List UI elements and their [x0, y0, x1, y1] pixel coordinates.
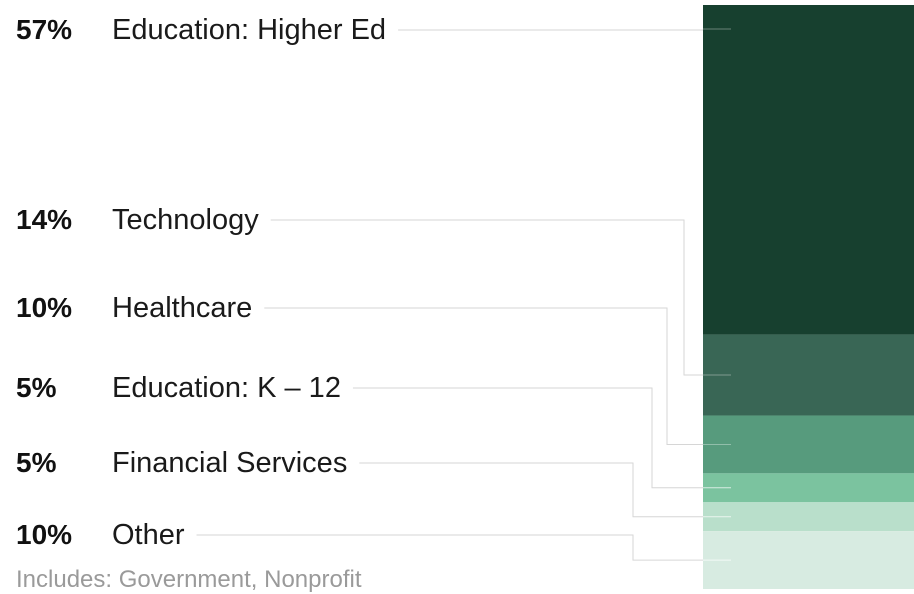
- category-label: Healthcare: [112, 291, 253, 324]
- other-includes-note: Includes: Government, Nonprofit: [16, 566, 362, 593]
- label-row-k12: 5% Education: K – 12: [16, 368, 341, 408]
- label-row-other: 10% Other: [16, 515, 185, 555]
- leader-line-4: [359, 462, 703, 518]
- percent-label: 5%: [16, 447, 57, 478]
- percent-label: 10%: [16, 292, 73, 323]
- bar-segment-3: [703, 473, 914, 503]
- label-row-financial: 5% Financial Services: [16, 443, 347, 483]
- category-label: Education: Higher Ed: [112, 13, 387, 46]
- bar-segment-4: [703, 502, 914, 532]
- label-row-healthcare: 10% Healthcare: [16, 288, 252, 328]
- percent-label: 5%: [16, 372, 57, 403]
- bar-segment-1: [703, 334, 914, 416]
- leader-line-5: [196, 534, 703, 561]
- bar-segment-0: [703, 5, 914, 335]
- bar-segment-2: [703, 415, 914, 474]
- leader-line-3: [352, 387, 703, 489]
- category-label: Technology: [112, 203, 259, 236]
- category-label: Other: [112, 518, 185, 551]
- bar-segment-5: [703, 531, 914, 589]
- category-label: Financial Services: [112, 446, 348, 479]
- percent-label: 57%: [16, 14, 73, 45]
- category-label: Education: K – 12: [112, 371, 341, 404]
- bar-segments: [703, 5, 914, 589]
- percent-label: 14%: [16, 204, 73, 235]
- leader-line-1: [270, 219, 703, 376]
- label-row-technology: 14% Technology: [16, 200, 259, 240]
- label-row-higher-ed: 57% Education: Higher Ed: [16, 10, 386, 50]
- percent-label: 10%: [16, 519, 73, 550]
